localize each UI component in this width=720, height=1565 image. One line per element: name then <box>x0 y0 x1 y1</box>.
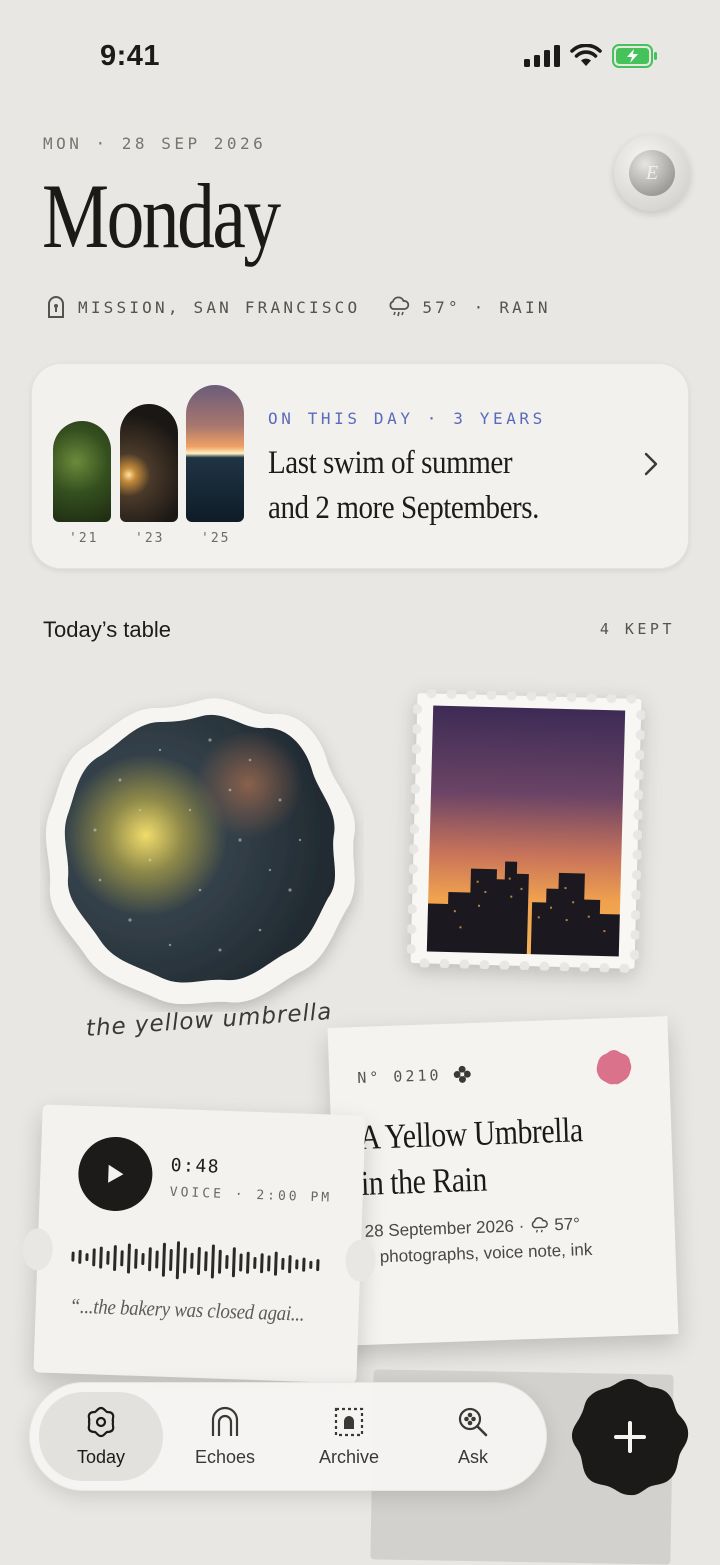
section-count: 4 KEPT <box>599 620 675 638</box>
location-text: MISSION, SAN FRANCISCO <box>78 297 361 317</box>
entry-number-text: N° 0210 <box>357 1066 442 1088</box>
flower-icon <box>453 1065 471 1083</box>
add-entry-button[interactable] <box>569 1377 691 1497</box>
on-this-day-text: Last swim of summer and 2 more September… <box>268 445 539 526</box>
chevron-right-icon[interactable] <box>643 451 659 477</box>
wifi-icon <box>570 44 602 66</box>
voice-duration: 0:48 <box>170 1154 221 1178</box>
location-pin-icon <box>48 296 64 318</box>
voice-transcript: “...the bakery was closed agai... <box>69 1293 305 1326</box>
ticket-notch-left <box>21 1227 54 1271</box>
journal-entry-card[interactable]: N° 0210 A Yellow Umbrella in the Rain 28… <box>327 1016 679 1346</box>
waveform[interactable] <box>71 1234 328 1289</box>
voice-meta: VOICE · 2:00 PM <box>169 1184 333 1206</box>
rain-cloud-icon <box>389 296 410 317</box>
memory-year-label: '25 <box>201 531 231 546</box>
flower-icon <box>87 1406 115 1438</box>
section-title: Today’s table <box>43 617 172 642</box>
tab-archive[interactable]: Archive <box>287 1392 411 1481</box>
play-button[interactable] <box>77 1135 154 1213</box>
entry-date-row: 28 September 2026 · 57° <box>364 1214 580 1242</box>
cellular-signal-icon <box>524 45 560 67</box>
memory-year-label: '23 <box>135 531 165 546</box>
tab-label: Archive <box>318 1447 380 1467</box>
weather-text: 57° · RAIN <box>422 297 551 317</box>
tab-echoes[interactable]: Echoes <box>163 1392 287 1481</box>
tab-ask[interactable]: Ask <box>411 1392 535 1481</box>
sticker-photo[interactable] <box>40 690 364 1012</box>
stamp-photo[interactable] <box>406 689 646 973</box>
entry-temp: 57° <box>553 1214 581 1235</box>
arch-icon <box>211 1406 239 1436</box>
memory-thumbnail-2023 <box>120 404 178 522</box>
entry-number: N° 0210 <box>357 1065 472 1087</box>
status-time: 9:41 <box>100 40 161 72</box>
mood-badge-icon <box>596 1050 632 1085</box>
tab-today[interactable]: Today <box>39 1392 163 1481</box>
tab-label: Today <box>76 1447 126 1467</box>
avatar-initial: E <box>629 150 675 196</box>
tab-label: Ask <box>457 1447 488 1467</box>
date-line: MON · 28 SEP 2026 <box>43 134 267 153</box>
memory-year-label: '21 <box>69 531 99 546</box>
entry-title: A Yellow Umbrella in the Rain <box>358 1110 584 1203</box>
status-icons <box>524 44 658 68</box>
location-weather-row: MISSION, SAN FRANCISCO 57° · RAIN <box>46 296 551 318</box>
page-title: Monday <box>42 165 281 267</box>
memory-thumbnail-2021 <box>53 421 111 522</box>
entry-contents: 2 photographs, voice note, ink <box>365 1239 593 1267</box>
ask-search-icon <box>458 1407 488 1437</box>
entry-date: 28 September 2026 · <box>364 1216 525 1241</box>
voice-note-card[interactable]: 0:48 VOICE · 2:00 PM “...the bakery was … <box>21 1104 377 1384</box>
avatar[interactable]: E <box>614 135 690 211</box>
on-this-day-kicker: ON THIS DAY · 3 YEARS <box>268 409 546 428</box>
tab-label: Echoes <box>194 1447 256 1467</box>
archive-icon <box>334 1407 364 1437</box>
rain-cloud-icon <box>531 1217 548 1233</box>
play-icon <box>108 1164 124 1183</box>
memory-thumbnail-2025 <box>186 385 244 522</box>
battery-charging-icon <box>612 44 657 68</box>
on-this-day-card[interactable]: '21 '23 '25 ON THIS DAY · 3 YEARS Last s… <box>31 363 689 569</box>
tab-bar: Today Echoes Archive Ask <box>29 1382 547 1491</box>
